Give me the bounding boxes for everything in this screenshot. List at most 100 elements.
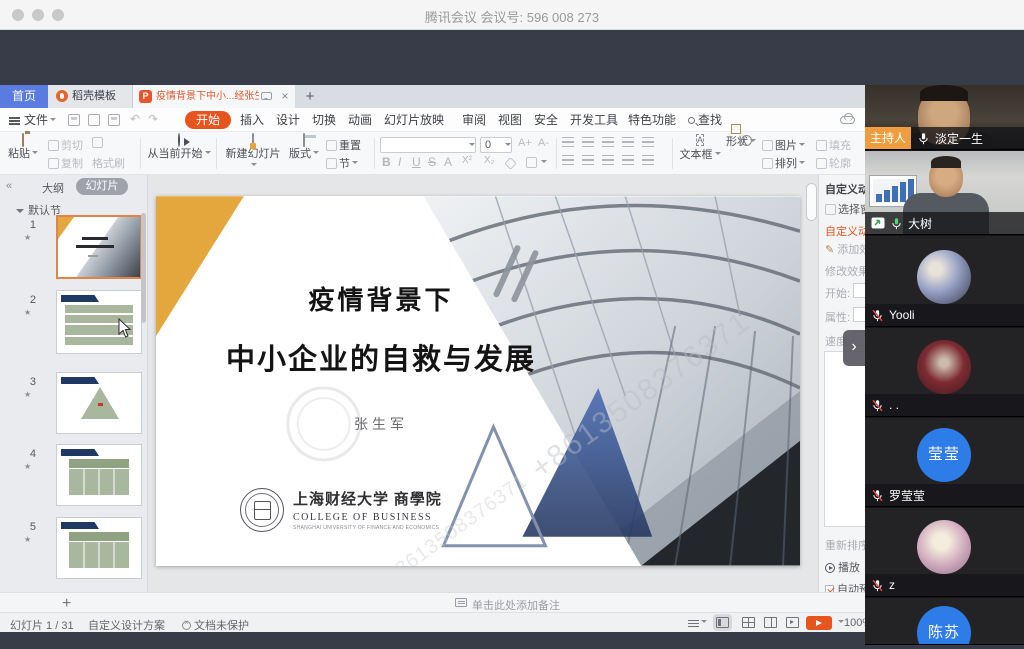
- video-panel-collapse-button[interactable]: ›: [843, 330, 865, 366]
- slide-thumbnail-1[interactable]: [56, 215, 142, 279]
- superscript-button[interactable]: X²: [462, 155, 472, 166]
- slide-title-block[interactable]: 疫情背景下 中小企业的自救与发展 张生军: [188, 280, 574, 434]
- menu-review[interactable]: 审阅: [462, 112, 486, 128]
- redo-icon[interactable]: ↷: [148, 112, 158, 126]
- tab-docer[interactable]: 稻壳模板: [48, 85, 133, 108]
- font-size-input[interactable]: 0: [480, 137, 512, 153]
- arrange-button[interactable]: 排列: [762, 155, 805, 171]
- add-effect-button[interactable]: ✎ 添加效果: [825, 241, 865, 257]
- menu-animation[interactable]: 动画: [348, 112, 372, 128]
- cut-button[interactable]: 剪切: [48, 137, 83, 153]
- comment-icon[interactable]: [261, 92, 272, 100]
- slide-thumbnail-4[interactable]: [56, 444, 142, 506]
- default-section-row[interactable]: 默认节: [16, 202, 61, 218]
- outline-button[interactable]: 轮廓: [816, 155, 851, 171]
- menu-search[interactable]: 查找: [688, 112, 722, 128]
- new-tab-button[interactable]: +: [300, 85, 320, 108]
- animation-list[interactable]: [824, 351, 865, 527]
- anim-property-select[interactable]: [853, 307, 865, 322]
- bullets-button[interactable]: [562, 137, 662, 150]
- slideshow-play-button[interactable]: [806, 616, 832, 630]
- menu-insert[interactable]: 插入: [240, 112, 264, 128]
- new-slide-button[interactable]: 新建幻灯片: [222, 134, 284, 172]
- hamburger-icon[interactable]: [9, 117, 20, 119]
- participant-tile[interactable]: 莹莹 罗莹莹: [865, 418, 1024, 507]
- sidebar-scrollbar[interactable]: [141, 213, 146, 323]
- add-slide-button[interactable]: +: [62, 595, 71, 613]
- menu-design[interactable]: 设计: [276, 112, 300, 128]
- sidebar-collapse-icon[interactable]: «: [6, 180, 12, 192]
- print-icon[interactable]: [88, 114, 100, 126]
- notes-toggle-icon[interactable]: [688, 617, 707, 629]
- slide-thumbnail-5[interactable]: [56, 517, 142, 579]
- menu-file[interactable]: 文件: [24, 112, 56, 128]
- reset-button[interactable]: 重置: [326, 137, 361, 153]
- layout-button[interactable]: 版式: [286, 134, 322, 160]
- menu-transition[interactable]: 切换: [312, 112, 336, 128]
- wps-tab-bar: 首页 稻壳模板 P 疫情背景下中小...经张生军(1) × +: [0, 85, 865, 108]
- participant-tile[interactable]: z: [865, 508, 1024, 597]
- menu-dev-tools[interactable]: 开发工具: [570, 112, 618, 128]
- shrink-font-button[interactable]: A-: [538, 137, 549, 149]
- participant-tile[interactable]: 大树: [865, 151, 1024, 235]
- print-preview-icon[interactable]: [108, 114, 120, 126]
- participant-name: z: [889, 578, 895, 592]
- anim-play-button[interactable]: 播放: [825, 559, 860, 575]
- slide-scrollbar[interactable]: [806, 183, 817, 221]
- document-protection-status[interactable]: 文档未保护: [182, 617, 249, 632]
- slide-canvas[interactable]: +8613508376371 +8613508376371 疫情背景下 中小企业…: [156, 196, 800, 566]
- undo-icon[interactable]: ↶: [130, 112, 140, 126]
- section-button[interactable]: 节: [326, 155, 358, 171]
- normal-view-button[interactable]: [716, 617, 729, 631]
- slide-thumbnail-panel: « 大纲 幻灯片 默认节 1 ★ 2 ★: [0, 175, 148, 592]
- menu-special-features[interactable]: 特色功能: [628, 112, 676, 128]
- picture-button[interactable]: 图片: [762, 137, 805, 153]
- reading-view-button[interactable]: [764, 617, 777, 631]
- selection-pane-button[interactable]: 选择窗格: [825, 201, 865, 217]
- grow-font-button[interactable]: A+: [518, 137, 532, 149]
- outline-tab[interactable]: 大纲: [42, 180, 64, 196]
- notes-placeholder[interactable]: 单击此处添加备注: [472, 597, 560, 613]
- shapes-button[interactable]: 形状: [724, 134, 758, 148]
- participant-tile[interactable]: . .: [865, 328, 1024, 417]
- zoom-level[interactable]: 100%: [844, 617, 865, 629]
- tab-close-icon[interactable]: ×: [278, 85, 292, 108]
- clear-format-icon[interactable]: [506, 155, 517, 169]
- textbox-button[interactable]: A文本框: [678, 134, 722, 161]
- menu-security[interactable]: 安全: [534, 112, 558, 128]
- slide-sorter-view-button[interactable]: [742, 617, 755, 631]
- format-painter-icon-button[interactable]: [92, 137, 105, 149]
- tab-document[interactable]: P 疫情背景下中小...经张生军(1) ×: [133, 85, 295, 108]
- tab-home[interactable]: 首页: [0, 85, 48, 108]
- underline-button[interactable]: U: [412, 155, 421, 169]
- strikethrough-button[interactable]: S: [428, 155, 436, 169]
- slide-thumbnail-3[interactable]: [56, 372, 142, 434]
- save-icon[interactable]: [68, 114, 80, 126]
- subscript-button[interactable]: X₂: [484, 155, 495, 166]
- alignment-buttons[interactable]: [562, 155, 662, 168]
- paste-button[interactable]: 粘贴: [5, 134, 41, 160]
- bold-button[interactable]: B: [382, 155, 391, 169]
- text-effects-icon[interactable]: [526, 155, 547, 169]
- font-color-button[interactable]: A: [444, 155, 452, 169]
- participant-tile[interactable]: Yooli: [865, 236, 1024, 327]
- participant-tile[interactable]: 陈苏: [865, 598, 1024, 645]
- copy-button[interactable]: 复制: [48, 155, 83, 171]
- design-scheme-button[interactable]: 自定义设计方案: [88, 617, 165, 632]
- italic-button[interactable]: I: [398, 155, 401, 169]
- font-family-input[interactable]: [380, 137, 476, 153]
- cloud-sync-icon[interactable]: [840, 116, 855, 124]
- slideshow-view-button[interactable]: [786, 617, 799, 631]
- slides-tab[interactable]: 幻灯片: [76, 178, 128, 195]
- menu-slideshow[interactable]: 幻灯片放映: [384, 112, 444, 128]
- participant-tile-host[interactable]: 主持人 淡定一生: [865, 85, 1024, 150]
- menu-view[interactable]: 视图: [498, 112, 522, 128]
- format-painter-button[interactable]: 格式刷: [92, 155, 125, 171]
- menu-home-tab[interactable]: 开始: [185, 111, 231, 129]
- anim-start-select[interactable]: [853, 283, 865, 298]
- custom-animation-tab[interactable]: 自定义动画: [825, 223, 865, 239]
- auto-preview-checkbox[interactable]: 自动预览: [825, 581, 865, 592]
- play-from-current-button[interactable]: 从当前开始: [146, 134, 212, 160]
- play-options-caret[interactable]: [836, 617, 844, 629]
- fill-button[interactable]: 填充: [816, 137, 851, 153]
